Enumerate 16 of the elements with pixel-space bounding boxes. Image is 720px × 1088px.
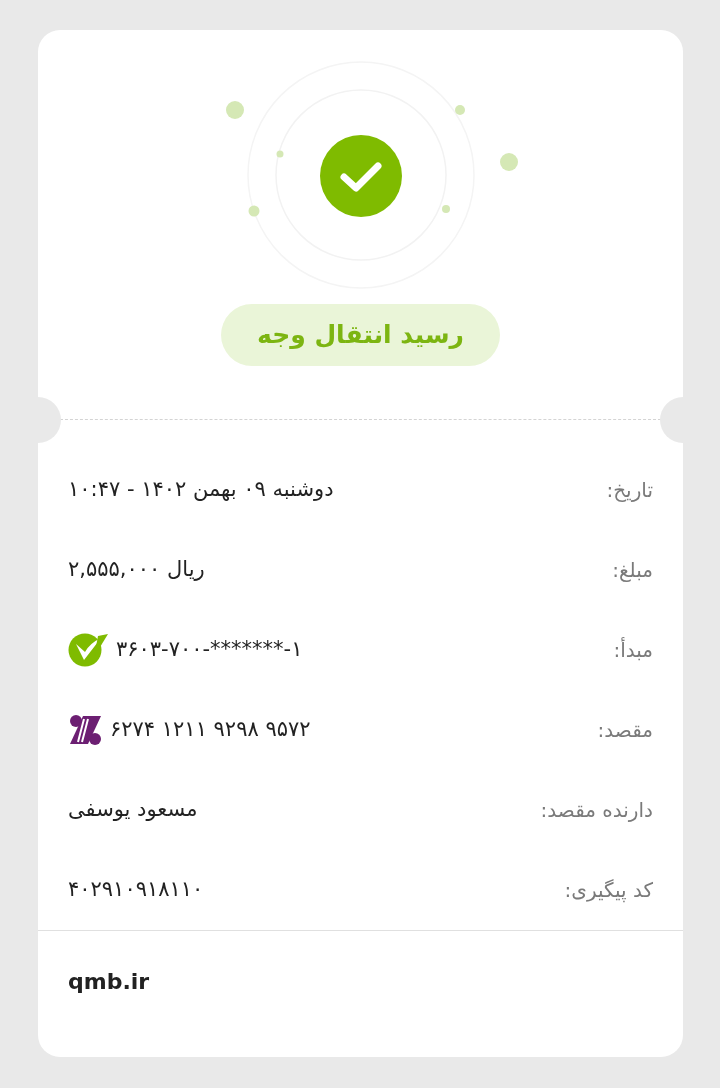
detail-label: تاریخ: xyxy=(606,477,653,504)
card-number: ۶۲۷۴ ۱۲۱۱ ۹۲۹۸ ۹۵۷۲ xyxy=(110,716,311,744)
detail-label: مبلغ: xyxy=(612,557,653,584)
detail-value: دوشنبه ۰۹ بهمن ۱۴۰۲ - ۱۰:۴۷ xyxy=(68,476,334,504)
website-address: qmb.ir xyxy=(68,969,150,994)
detail-label: مبدأ: xyxy=(613,636,653,664)
detail-label: دارنده مقصد: xyxy=(540,797,653,824)
detail-label: کد پیگیری: xyxy=(564,877,653,905)
amount-value: ۲,۵۵۵,۰۰۰ ریال xyxy=(68,556,205,584)
bank-logo-icon xyxy=(68,715,102,745)
detail-value: مسعود یوسفی xyxy=(68,796,198,824)
receipt-title: رسید انتقال وجه xyxy=(221,304,500,366)
detail-value: ۴۰۲۹۱۰۹۱۸۱۱۰ xyxy=(68,876,204,904)
detail-label: مقصد: xyxy=(597,717,653,744)
account-number: ۳۶۰۳-۷۰۰-*******-۱ xyxy=(116,636,303,664)
check-badge-icon xyxy=(68,633,108,667)
